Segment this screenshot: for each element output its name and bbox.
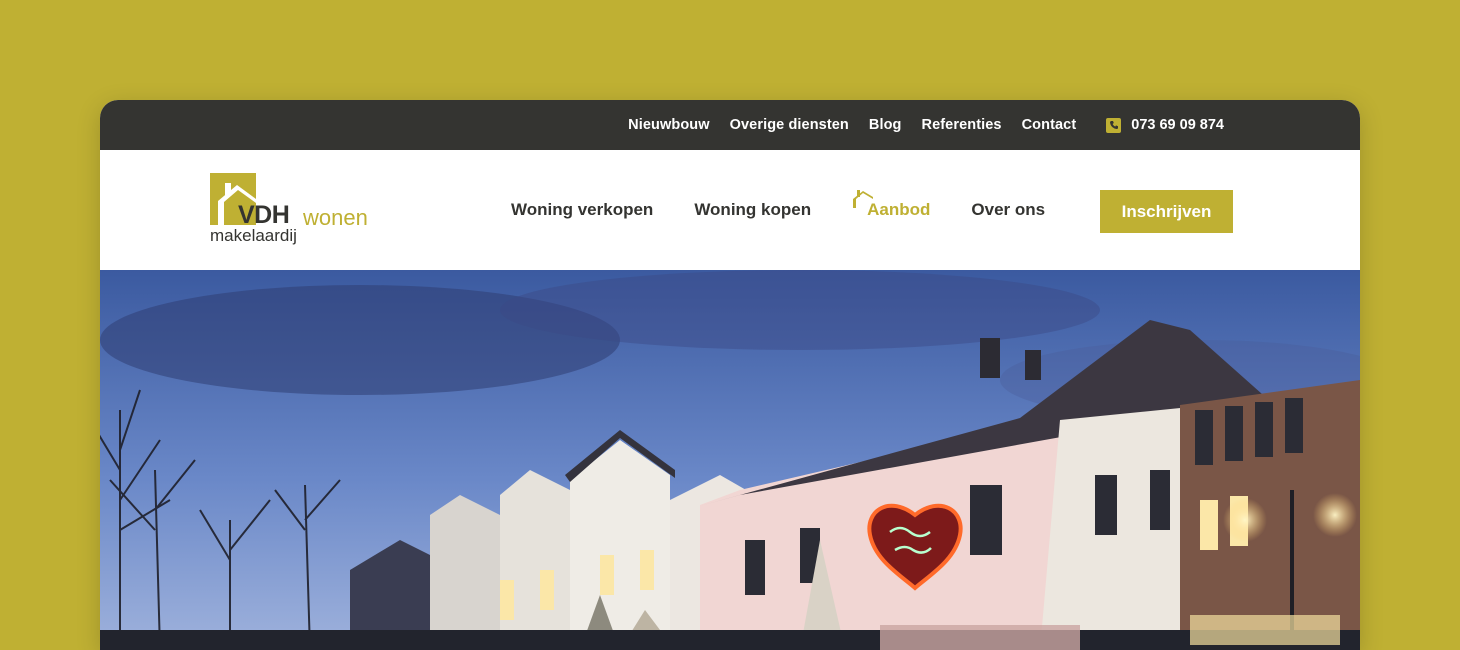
phone-number: 073 69 09 874 [1131,117,1224,133]
logo[interactable]: VDH wonen makelaardij [210,173,380,249]
nav-item-woning-kopen[interactable]: Woning kopen [694,200,811,220]
nav-item-aanbod-label: Aanbod [867,200,931,219]
nav-item-aanbod[interactable]: Aanbod [852,190,931,220]
logo-suffix: wonen [303,205,368,230]
topbar-link-referenties[interactable]: Referenties [922,117,1002,133]
phone-link[interactable]: 073 69 09 874 [1106,117,1224,133]
house-roof-icon [853,190,874,208]
evening-street-photo [100,270,1360,650]
topbar-link-blog[interactable]: Blog [869,117,902,133]
primary-nav: Woning verkopen Woning kopen Aanbod Over… [511,150,1086,270]
nav-item-woning-verkopen[interactable]: Woning verkopen [511,200,653,220]
topbar-link-nieuwbouw[interactable]: Nieuwbouw [628,117,709,133]
hero-image [100,270,1360,650]
phone-icon [1106,117,1122,133]
top-bar: Nieuwbouw Overige diensten Blog Referent… [100,100,1360,150]
inschrijven-button[interactable]: Inschrijven [1100,190,1233,233]
main-navigation: VDH wonen makelaardij Woning verkopen Wo… [100,150,1360,270]
topbar-link-contact[interactable]: Contact [1022,117,1077,133]
logo-tagline: makelaardij [210,226,297,245]
topbar-link-overige-diensten[interactable]: Overige diensten [730,117,849,133]
browser-frame: Nieuwbouw Overige diensten Blog Referent… [100,100,1360,650]
nav-item-over-ons[interactable]: Over ons [971,200,1045,220]
